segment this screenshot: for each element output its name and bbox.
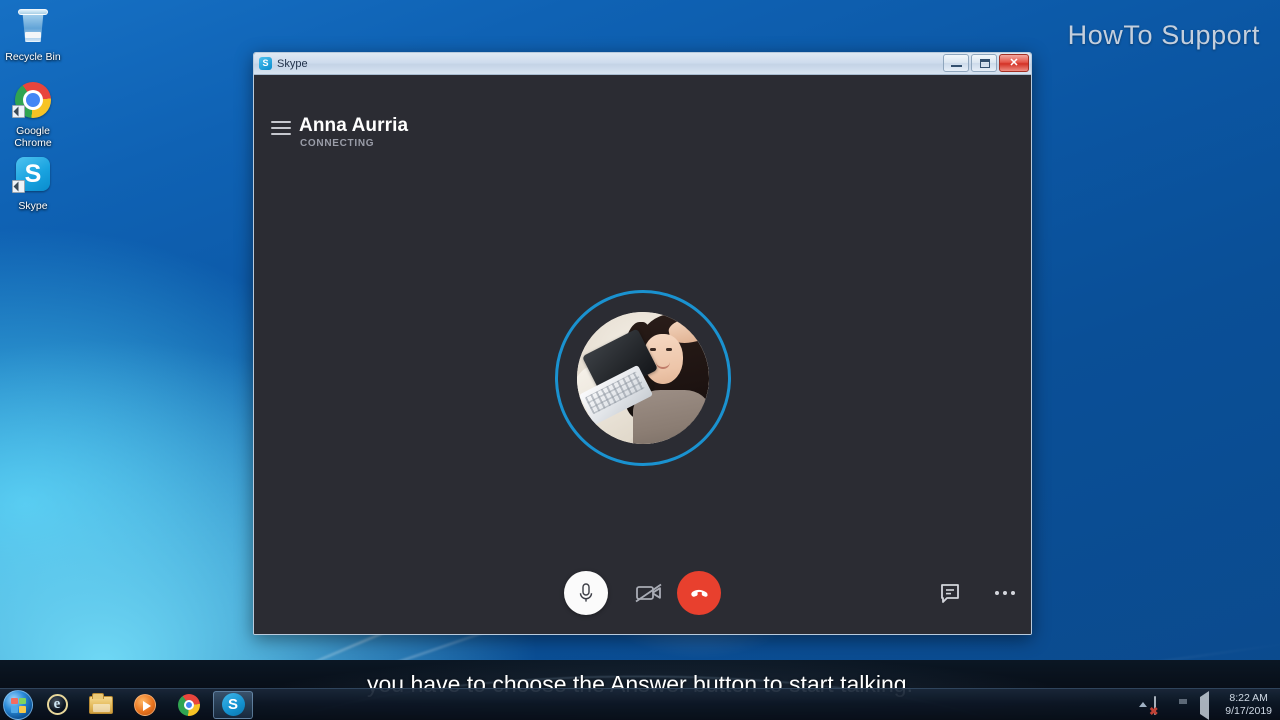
end-call-button[interactable] xyxy=(677,571,721,615)
desktop-icon-recycle-bin[interactable]: Recycle Bin xyxy=(0,6,70,63)
hamburger-menu-icon[interactable] xyxy=(271,121,291,136)
channel-watermark: HowTo Support xyxy=(1067,20,1260,50)
video-off-icon xyxy=(635,583,662,603)
google-chrome-icon xyxy=(12,80,54,122)
recycle-bin-icon xyxy=(12,6,54,48)
chat-button[interactable] xyxy=(934,577,966,609)
video-off-button[interactable] xyxy=(632,576,666,610)
contact-name: Anna Aurria xyxy=(299,115,409,136)
desktop-icon-label: Google Chrome xyxy=(14,125,52,149)
windows-logo-icon xyxy=(11,697,26,713)
action-center-icon[interactable]: ✖ xyxy=(1149,696,1169,718)
more-horizontal-icon xyxy=(995,591,1015,595)
minimize-button[interactable] xyxy=(943,54,969,72)
taskbar-item-chrome[interactable] xyxy=(169,691,209,719)
desktop-icon-label: Recycle Bin xyxy=(5,51,61,63)
file-explorer-icon xyxy=(89,692,113,714)
microphone-button[interactable] xyxy=(564,571,608,615)
clock-time: 8:22 AM xyxy=(1229,691,1268,704)
clock-date: 9/17/2019 xyxy=(1225,704,1272,717)
system-tray: ✖ 8:22 AM 9/17/2019 xyxy=(1139,691,1280,720)
desktop-icon-label: Skype xyxy=(18,200,48,212)
taskbar-item-media-player[interactable] xyxy=(125,691,165,719)
network-icon[interactable] xyxy=(1176,697,1191,712)
call-header: Anna Aurria CONNECTING xyxy=(254,75,1031,161)
more-options-button[interactable] xyxy=(989,577,1021,609)
microphone-icon xyxy=(579,583,593,602)
taskbar-item-internet-explorer[interactable]: e xyxy=(37,691,77,719)
end-call-icon xyxy=(691,589,708,597)
skype-icon: S xyxy=(259,57,272,70)
desktop-icon-google-chrome[interactable]: Google Chrome xyxy=(0,80,70,149)
google-chrome-icon xyxy=(178,693,200,716)
close-button[interactable]: ✕ xyxy=(999,54,1029,72)
media-player-icon xyxy=(134,693,156,716)
close-icon: ✕ xyxy=(1009,57,1019,69)
chat-bubble-icon xyxy=(941,584,959,603)
desktop-icon-skype[interactable]: S Skype xyxy=(0,155,70,212)
avatar xyxy=(554,290,731,466)
call-status: CONNECTING xyxy=(300,138,375,149)
call-screen: Anna Aurria CONNECTING xyxy=(254,75,1031,634)
taskbar: e S ✖ 8:22 AM 9/17/2019 xyxy=(0,688,1280,720)
taskbar-item-file-explorer[interactable] xyxy=(81,691,121,719)
skype-window: S Skype ✕ Anna Aurria CONNECTING xyxy=(253,52,1032,635)
skype-icon: S xyxy=(12,155,54,197)
window-title: Skype xyxy=(277,57,308,70)
taskbar-item-skype[interactable]: S xyxy=(213,690,253,719)
shortcut-arrow-icon xyxy=(12,105,25,118)
start-button[interactable] xyxy=(3,689,33,720)
skype-icon: S xyxy=(221,693,245,716)
internet-explorer-icon: e xyxy=(46,694,68,715)
call-controls xyxy=(254,552,1031,634)
window-controls: ✕ xyxy=(943,54,1029,72)
clock[interactable]: 8:22 AM 9/17/2019 xyxy=(1222,692,1272,718)
window-titlebar[interactable]: S Skype ✕ xyxy=(254,53,1031,75)
show-hidden-icons-icon[interactable] xyxy=(1139,702,1148,707)
shortcut-arrow-icon xyxy=(12,180,25,193)
volume-icon[interactable] xyxy=(1200,691,1215,720)
maximize-button[interactable] xyxy=(971,54,997,72)
avatar-photo xyxy=(576,312,709,444)
screen: HowTo Support Recycle Bin Google Chrome … xyxy=(0,0,1280,720)
